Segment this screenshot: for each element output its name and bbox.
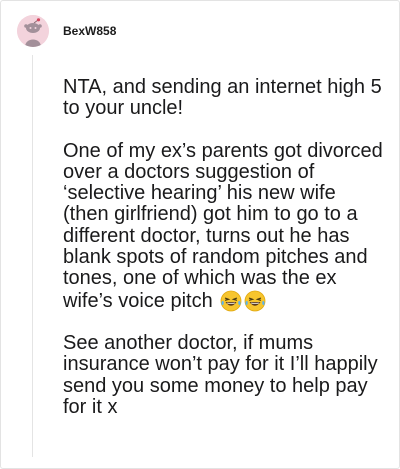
comment-card: BexW858 NTA, and sending an internet hig… bbox=[0, 0, 400, 469]
laughing-tears-emoji-icon bbox=[244, 290, 266, 312]
comment-paragraph-text: One of my ex’s parents got divorced over… bbox=[63, 139, 383, 312]
reddit-snoo-avatar-icon bbox=[17, 15, 49, 47]
comment-paragraph: One of my ex’s parents got divorced over… bbox=[63, 139, 383, 312]
username[interactable]: BexW858 bbox=[63, 24, 116, 38]
comment-body: NTA, and sending an internet high 5 to y… bbox=[63, 76, 383, 439]
comment-paragraph: NTA, and sending an internet high 5 to y… bbox=[63, 76, 382, 120]
comment-header: BexW858 bbox=[17, 15, 116, 47]
comment-paragraph: See another doctor, if mums insurance wo… bbox=[63, 331, 378, 418]
thread-line[interactable] bbox=[32, 55, 33, 457]
laughing-tears-emoji-icon bbox=[220, 290, 242, 312]
avatar[interactable] bbox=[17, 15, 49, 47]
